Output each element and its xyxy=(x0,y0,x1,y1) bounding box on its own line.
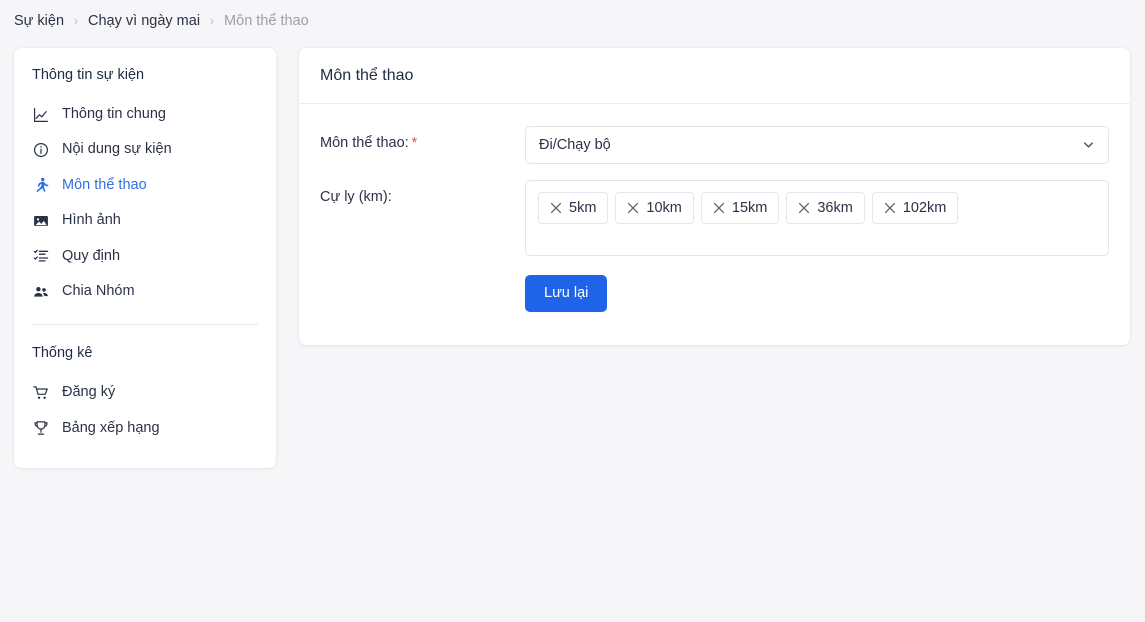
form-row-distance: Cự ly (km): 5km 10km 15km 36km 102km xyxy=(320,180,1109,256)
tag-label: 15km xyxy=(731,200,768,216)
sport-field-label: Môn thể thao: * xyxy=(320,126,525,151)
page-layout: Thông tin sự kiện Thông tin chung Nội du… xyxy=(0,41,1145,469)
sidebar-item-chia-nhom[interactable]: Chia Nhóm xyxy=(14,274,276,309)
sidebar-item-label: Chia Nhóm xyxy=(62,282,135,299)
page-title: Môn thể thao xyxy=(320,67,414,84)
sidebar-section-title-statistics: Thống kê xyxy=(32,345,93,362)
sidebar-divider xyxy=(32,324,258,326)
running-person-icon xyxy=(32,177,49,194)
trophy-icon xyxy=(32,420,49,437)
tag-item[interactable]: 5km xyxy=(538,192,609,224)
sidebar-item-label: Bảng xếp hạng xyxy=(62,419,160,436)
sidebar-item-label: Nội dung sự kiện xyxy=(62,141,172,158)
distance-tags-input[interactable]: 5km 10km 15km 36km 102km xyxy=(525,180,1109,256)
tag-item[interactable]: 10km xyxy=(615,192,694,224)
close-icon[interactable] xyxy=(627,202,639,214)
main-content-card: Môn thể thao Môn thể thao:* Đi/Chạy bộ xyxy=(299,48,1130,345)
sidebar-item-dang-ky[interactable]: Đăng ký xyxy=(14,375,276,410)
sidebar: Thông tin sự kiện Thông tin chung Nội du… xyxy=(14,48,276,469)
sidebar-item-thong-tin-chung[interactable]: Thông tin chung xyxy=(14,97,276,132)
required-asterisk: * xyxy=(411,135,418,151)
breadcrumb-item-current: Môn thể thao xyxy=(224,12,309,29)
sidebar-item-label: Hình ảnh xyxy=(62,212,121,229)
info-circle-icon xyxy=(32,142,49,159)
breadcrumb-separator-icon: › xyxy=(210,13,215,28)
close-icon[interactable] xyxy=(550,202,562,214)
card-body: Môn thể thao: * Đi/Chạy bộ Cự ly (km): 5… xyxy=(299,104,1130,342)
close-icon[interactable] xyxy=(884,202,896,214)
sport-select-value: Đi/Chạy bộ xyxy=(539,137,611,153)
tag-label: 102km xyxy=(902,200,947,216)
close-icon[interactable] xyxy=(713,202,725,214)
sidebar-item-noi-dung-su-kien[interactable]: Nội dung sự kiện xyxy=(14,132,276,167)
sidebar-item-label: Đăng ký xyxy=(62,384,116,401)
sport-label-text: Môn thể thao: xyxy=(320,135,409,151)
image-icon xyxy=(32,212,49,229)
ordered-list-icon xyxy=(32,248,49,265)
sidebar-item-label: Quy định xyxy=(62,247,121,264)
distance-field-label: Cự ly (km): xyxy=(320,189,392,205)
card-header: Môn thể thao xyxy=(299,48,1130,104)
breadcrumb: Sự kiện › Chạy vì ngày mai › Môn thể tha… xyxy=(0,0,1145,41)
line-chart-icon xyxy=(32,106,49,123)
tag-label: 10km xyxy=(646,200,682,216)
sidebar-item-label: Môn thể thao xyxy=(62,176,147,193)
shopping-cart-icon xyxy=(32,385,49,402)
tag-item[interactable]: 102km xyxy=(871,192,959,224)
tag-item[interactable]: 15km xyxy=(700,192,780,224)
save-button[interactable]: Lưu lại xyxy=(525,275,608,312)
people-group-icon xyxy=(32,283,49,300)
tag-label: 36km xyxy=(817,200,853,216)
chevron-down-icon[interactable] xyxy=(1082,139,1095,152)
sidebar-item-mon-the-thao[interactable]: Môn thể thao xyxy=(14,168,276,203)
sidebar-item-bang-xep-hang[interactable]: Bảng xếp hạng xyxy=(14,411,276,446)
tag-item[interactable]: 36km xyxy=(786,192,865,224)
sidebar-item-quy-dinh[interactable]: Quy định xyxy=(14,239,276,274)
form-row-sport: Môn thể thao: * Đi/Chạy bộ xyxy=(320,126,1109,164)
breadcrumb-item-event-name[interactable]: Chạy vì ngày mai xyxy=(88,13,200,29)
breadcrumb-item-su-kien[interactable]: Sự kiện xyxy=(14,13,64,29)
tag-label: 5km xyxy=(569,200,597,216)
form-actions: Lưu lại xyxy=(320,275,1109,312)
sport-select[interactable]: Đi/Chạy bộ xyxy=(525,126,1109,164)
breadcrumb-separator-icon: › xyxy=(74,13,79,28)
distance-field-control: 5km 10km 15km 36km 102km xyxy=(525,180,1109,256)
sidebar-section-title-event-info: Thông tin sự kiện xyxy=(32,67,145,83)
sidebar-item-hinh-anh[interactable]: Hình ảnh xyxy=(14,203,276,238)
close-icon[interactable] xyxy=(798,202,810,214)
sport-field-control: Đi/Chạy bộ xyxy=(525,126,1109,164)
sidebar-item-label: Thông tin chung xyxy=(62,106,166,122)
